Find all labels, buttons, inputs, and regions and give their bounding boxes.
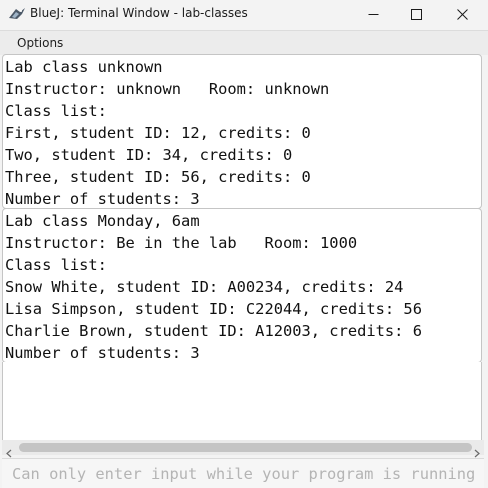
output-line: Charlie Brown, student ID: A12003, credi… [5,322,422,340]
minimize-button[interactable] [350,0,396,28]
output-line: Instructor: unknown Room: unknown [5,80,330,98]
input-placeholder: Can only enter input while your program … [12,465,476,483]
window-title: BlueJ: Terminal Window - lab-classes [30,6,248,20]
output-line: Snow White, student ID: A00234, credits:… [5,278,404,296]
output-line: Number of students: 3 [5,190,200,208]
output-line: Lab class unknown [5,58,163,76]
scroll-left-icon[interactable] [5,443,14,458]
output-line: First, student ID: 12, credits: 0 [5,124,311,142]
terminal-output-block[interactable]: Lab class Monday, 6am Instructor: Be in … [2,208,482,363]
output-line: Instructor: Be in the lab Room: 1000 [5,234,358,252]
title-bar: BlueJ: Terminal Window - lab-classes [0,0,488,28]
output-line: Lisa Simpson, student ID: C22044, credit… [5,300,422,318]
minimize-icon [368,13,378,15]
output-line: Class list: [5,256,107,274]
scrollbar-thumb[interactable] [19,443,472,452]
terminal-input-field[interactable]: Can only enter input while your program … [2,458,484,488]
output-line: Class list: [5,102,107,120]
maximize-icon [410,8,422,20]
close-button[interactable] [439,0,485,28]
output-line: Number of students: 3 [5,344,200,362]
terminal-empty-area[interactable] [2,362,482,440]
output-line: Three, student ID: 56, credits: 0 [5,168,311,186]
close-icon [456,8,468,20]
terminal-output-block[interactable]: Lab class unknown Instructor: unknown Ro… [2,54,482,209]
scroll-right-icon[interactable] [472,443,481,458]
bluej-bird-icon [8,6,26,22]
options-menu[interactable]: Options [17,36,63,50]
horizontal-scrollbar[interactable] [2,440,484,458]
maximize-button[interactable] [393,0,439,28]
output-line: Two, student ID: 34, credits: 0 [5,146,293,164]
output-line: Lab class Monday, 6am [5,212,200,230]
menu-bar: Options [0,30,488,55]
